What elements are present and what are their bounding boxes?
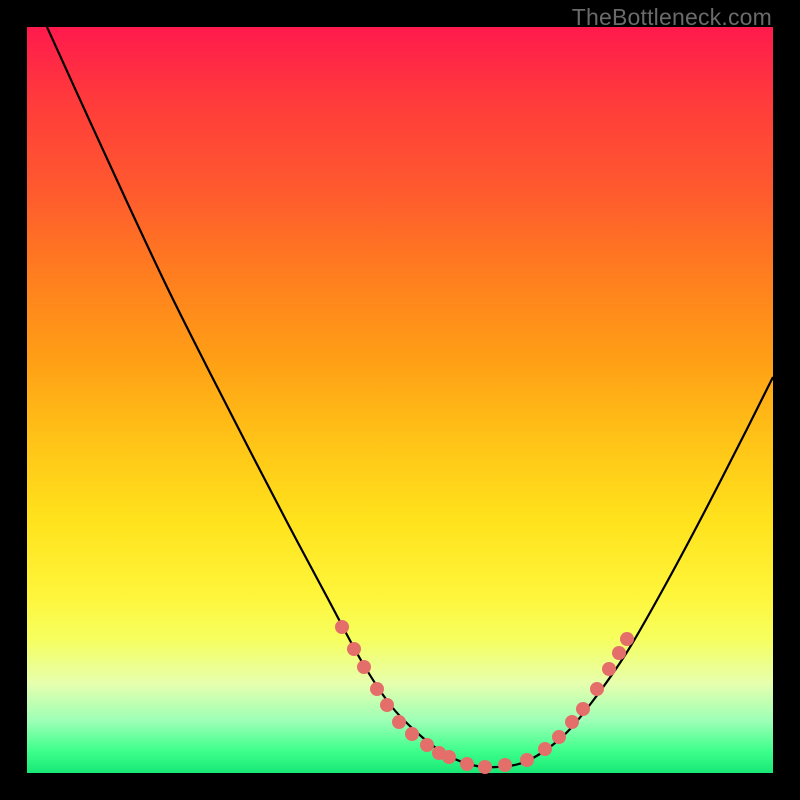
highlight-dot: [520, 753, 534, 767]
highlight-dot: [552, 730, 566, 744]
highlight-dot: [478, 760, 492, 774]
highlight-dot: [612, 646, 626, 660]
chart-svg: [27, 27, 773, 773]
bottleneck-curve-line: [47, 27, 773, 767]
chart-frame: TheBottleneck.com: [0, 0, 800, 800]
highlight-dot: [590, 682, 604, 696]
highlight-dot: [405, 727, 419, 741]
highlight-dots-group: [335, 620, 634, 774]
highlight-dot: [380, 698, 394, 712]
highlight-dot: [347, 642, 361, 656]
highlight-dot: [602, 662, 616, 676]
highlight-dot: [565, 715, 579, 729]
highlight-dot: [460, 757, 474, 771]
highlight-dot: [498, 758, 512, 772]
highlight-dot: [620, 632, 634, 646]
highlight-dot: [538, 742, 552, 756]
highlight-dot: [370, 682, 384, 696]
watermark-text: TheBottleneck.com: [572, 4, 772, 31]
highlight-dot: [357, 660, 371, 674]
highlight-dot: [576, 702, 590, 716]
highlight-dot: [335, 620, 349, 634]
highlight-dot: [442, 750, 456, 764]
highlight-dot: [420, 738, 434, 752]
highlight-dot: [392, 715, 406, 729]
